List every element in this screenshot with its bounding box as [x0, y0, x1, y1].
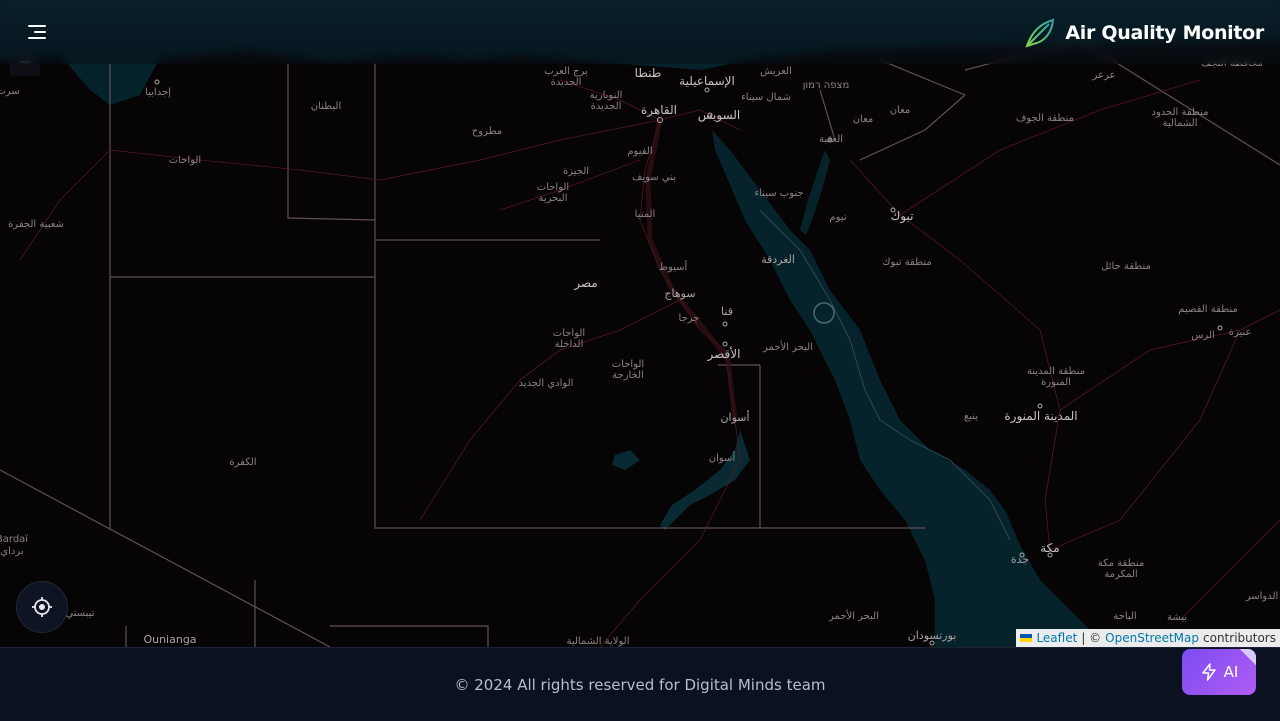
- map-view[interactable]: القاهرة الجيزة السويس الإسماعيلية طنطا ب…: [0, 0, 1280, 647]
- map-label-jouf: منطقة الجوف: [1016, 113, 1074, 124]
- map-label-minya: المنيا: [634, 209, 656, 220]
- hamburger-menu-icon[interactable]: [22, 20, 50, 44]
- map-label-suez: السويس: [697, 108, 741, 122]
- map-label-asyut: أسيوط: [658, 262, 688, 273]
- map-label-batnan: البطنان: [310, 101, 342, 112]
- map-label-bardai: Bardaï: [0, 534, 29, 545]
- map-label-ismailia: الإسماعيلية: [679, 74, 735, 88]
- map-label-bisha: بيشة: [1166, 612, 1188, 623]
- map-label-kharga: الواحات الخارجة: [611, 359, 645, 381]
- map-label-kufra: الكفرة: [229, 457, 257, 468]
- attribution-contributors: contributors: [1203, 631, 1276, 645]
- lightning-icon: [1201, 663, 1216, 681]
- map-label-borg: برج العرب الجديدة: [544, 66, 588, 88]
- map-label-arish: العريش: [760, 66, 792, 77]
- map-tiles: [0, 0, 1280, 647]
- map-label-fayoum: الفيوم: [627, 146, 653, 157]
- ukraine-flag-icon: [1020, 634, 1033, 642]
- map-label-girga: جرجا: [678, 313, 700, 324]
- map-label-arar: عرعر: [1092, 70, 1116, 81]
- app-title: Air Quality Monitor: [1065, 22, 1264, 44]
- map-label-baha: الباحة: [1113, 611, 1137, 622]
- map-label-red-sea-gov: البحر الأحمر: [763, 342, 813, 353]
- map-label-makkah-region: منطقة مكة المكرمة: [1097, 558, 1145, 580]
- leaflet-link[interactable]: Leaflet: [1036, 631, 1077, 645]
- map-label-aqaba: العقبة: [818, 134, 844, 145]
- attribution-separator: | ©: [1081, 631, 1102, 645]
- map-label-matruh: مطروح: [471, 126, 503, 137]
- map-label-dawasir: الدواسر: [1245, 591, 1279, 602]
- map-label-south-sinai: جنوب سيناء: [754, 188, 804, 199]
- locate-button[interactable]: [16, 581, 68, 633]
- map-label-beni-suef: بني سويف: [632, 172, 676, 183]
- map-label-jeddah: جدة: [1010, 553, 1030, 566]
- map-label-hurghada: الغردقة: [761, 253, 795, 266]
- map-label-tibesti: تيبستي: [65, 608, 95, 619]
- map-label-tabuk-region: منطقة تبوك: [882, 257, 932, 268]
- map-label-rass: الرس: [1191, 330, 1215, 341]
- crosshair-locate-icon: [32, 597, 52, 617]
- copyright-text: © 2024 All rights reserved for Digital M…: [454, 676, 826, 694]
- ai-button-label: AI: [1223, 663, 1239, 681]
- map-label-cairo: القاهرة: [641, 103, 677, 117]
- openstreetmap-link[interactable]: OpenStreetMap: [1105, 631, 1199, 645]
- map-label-port-sudan: بورتسودان: [907, 629, 957, 642]
- map-label-maan-city: معان: [889, 105, 911, 116]
- map-label-sohag: سوهاج: [664, 287, 696, 300]
- map-label-qena: قنا: [721, 305, 733, 318]
- map-label-unaizah: عنيزة: [1228, 327, 1252, 338]
- brand: Air Quality Monitor: [1023, 16, 1264, 50]
- map-label-hail: منطقة حائل: [1101, 261, 1151, 272]
- map-label-ajdabiya: إجدابيا: [145, 87, 171, 98]
- map-label-tanta: طنطا: [634, 66, 662, 80]
- map-label-neom: نيوم: [829, 212, 847, 223]
- map-label-nubaria: النوبارية الجديدة: [589, 90, 623, 112]
- map-attribution: Leaflet | © OpenStreetMap contributors: [1016, 629, 1280, 647]
- map-label-makkah: مكة: [1040, 541, 1060, 555]
- map-label-yanbu: ينبع: [963, 411, 979, 422]
- map-label-luxor: الأقصر: [707, 347, 741, 361]
- map-label-madinah: المدينة المنورة: [1004, 409, 1078, 423]
- ai-assistant-button[interactable]: AI: [1182, 649, 1256, 695]
- map-label-qassim: منطقة القصيم: [1178, 304, 1238, 315]
- map-label-mitzpe: מצפה רמון: [802, 80, 850, 91]
- map-label-red-sea-sd: البحر الأحمر: [829, 611, 879, 622]
- footer: © 2024 All rights reserved for Digital M…: [0, 647, 1280, 721]
- page-fold-decoration: [1240, 649, 1256, 665]
- map-label-egypt: مصر: [574, 276, 598, 290]
- map-label-aswan: أسوان: [720, 411, 750, 424]
- map-label-bahariya: الواحات البحرية: [536, 182, 570, 204]
- map-label-giza: الجيزة: [562, 166, 590, 177]
- leaf-icon: [1025, 18, 1055, 48]
- map-label-northern-state: الولاية الشمالية: [566, 636, 630, 647]
- map-label-new-valley: الوادي الجديد: [518, 378, 574, 389]
- top-bar: Air Quality Monitor: [0, 0, 1280, 64]
- map-label-jufra: شعبية الجفرة: [8, 219, 64, 230]
- map-label-aswan2: أسوان: [708, 453, 736, 464]
- map-label-ounianga: Ounianga: [143, 633, 197, 646]
- map-label-sirte: سرت: [0, 86, 20, 97]
- map-label-dakhla: الواحات الداخلة: [552, 328, 586, 350]
- map-label-maan: معان: [852, 114, 874, 125]
- map-label-north-sinai: شمال سيناء: [741, 92, 791, 103]
- map-label-northern-borders: منطقة الحدود الشمالية: [1151, 107, 1209, 129]
- map-label-tabuk: تبوك: [890, 209, 914, 223]
- map-label-bardai-ar: برداي: [0, 546, 24, 557]
- map-label-wahat: الواحات: [168, 155, 202, 166]
- map-label-madinah-region: منطقة المدينة المنورة: [1026, 366, 1086, 388]
